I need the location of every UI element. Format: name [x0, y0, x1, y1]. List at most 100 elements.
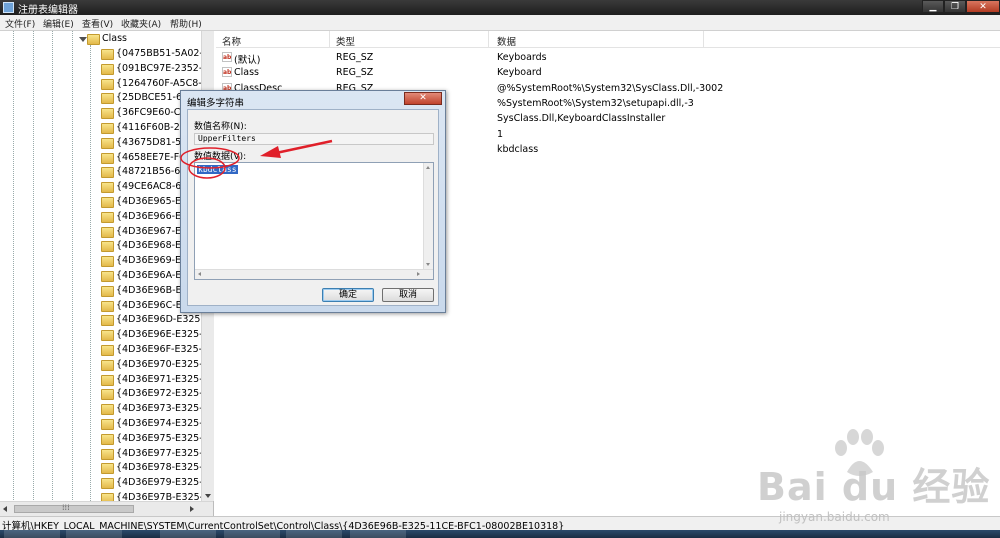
tree-node[interactable]: {25DBCE51-6C8 — [0, 91, 200, 106]
menu-file[interactable]: 文件(F) — [5, 17, 35, 30]
dialog-title: 编辑多字符串 — [187, 98, 245, 109]
tree-node[interactable]: {4D36E974-E325-11 — [0, 417, 213, 432]
scroll-left-icon[interactable] — [3, 506, 7, 512]
expand-chevron-icon[interactable] — [79, 37, 87, 42]
folder-icon — [101, 315, 114, 327]
taskbar-item[interactable] — [160, 530, 216, 538]
tree-node[interactable]: {4D36E96A-E32 — [0, 269, 200, 284]
value-type: REG_SZ — [336, 52, 374, 63]
column-header-type[interactable]: 类型 — [336, 34, 355, 48]
taskbar-item[interactable] — [286, 530, 342, 538]
watermark-brand: Bai du 经验 — [757, 465, 991, 509]
tree-node[interactable]: {4D36E967-E32 — [0, 225, 200, 240]
tree-node[interactable]: {49CE6AC8-6F8 — [0, 180, 200, 195]
column-separator[interactable] — [488, 31, 489, 47]
column-separator[interactable] — [329, 31, 330, 47]
tree-node[interactable]: {43675D81-502 — [0, 136, 200, 151]
tree-node[interactable]: {0475BB51-5A02-4E — [0, 47, 213, 62]
tree-node[interactable]: {4D36E979-E325-11 — [0, 476, 213, 491]
menu-favorites[interactable]: 收藏夹(A) — [121, 17, 161, 30]
folder-icon — [101, 123, 114, 134]
list-item[interactable]: ab (默认) REG_SZ Keyboards — [216, 50, 1000, 66]
minimize-button[interactable]: ▁ — [922, 0, 944, 13]
tree-node-label: {0475BB51-5A02-4E — [116, 48, 214, 59]
scroll-right-icon[interactable] — [190, 506, 194, 512]
tree-node[interactable]: {4D36E96D-E325-11 — [0, 313, 213, 328]
tree-node[interactable]: {091BC97E-2352-43 — [0, 62, 213, 77]
tree-node-label: {4D36E979-E325-11 — [116, 477, 214, 489]
scroll-thumb[interactable] — [14, 505, 134, 513]
tree-node[interactable]: {4D36E978-E325-11 — [0, 461, 213, 476]
tree-node[interactable]: {4D36E968-E32 — [0, 239, 200, 254]
folder-icon — [101, 404, 114, 416]
tree-node[interactable]: {36FC9E60-C46 — [0, 106, 200, 121]
tree-node-label: {091BC97E-2352-43 — [116, 62, 214, 74]
list-header: 名称 类型 数据 — [216, 31, 1000, 48]
cancel-button[interactable]: 取消 — [382, 288, 434, 302]
tree-node[interactable]: {4658EE7E-F050 — [0, 151, 200, 166]
value-data: %SystemRoot%\System32\setupapi.dll,-3 — [497, 97, 694, 109]
tree-node-label: {4D36E978-E325-11 — [116, 462, 214, 474]
textarea-vertical-scrollbar[interactable] — [423, 163, 433, 279]
folder-icon — [101, 49, 114, 60]
tree-node[interactable]: {4D36E970-E325-11 — [0, 358, 213, 373]
textarea-horizontal-scrollbar[interactable] — [195, 269, 433, 279]
value-data-textarea[interactable]: kbdclass — [194, 162, 434, 280]
tree-node[interactable]: {4D36E966-E32 — [0, 210, 200, 225]
tree-node[interactable]: {4D36E972-E325-11 — [0, 387, 213, 402]
tree-node[interactable]: {4D36E96E-E325-11 — [0, 328, 213, 343]
ok-button[interactable]: 确定 — [322, 288, 374, 302]
scroll-right-icon[interactable] — [417, 272, 420, 276]
folder-icon — [101, 330, 114, 342]
tree-node[interactable]: {4D36E977-E325-11 — [0, 447, 213, 462]
tree-node[interactable]: {4D36E971-E325-11 — [0, 373, 213, 388]
tree-node[interactable]: {4116F60B-25B — [0, 121, 200, 136]
tree-node[interactable]: {1264760F-A5C8-4B — [0, 77, 213, 92]
taskbar-item[interactable] — [350, 530, 406, 538]
scroll-up-icon[interactable] — [426, 166, 430, 169]
tree-node-class[interactable]: Class — [0, 32, 200, 47]
tree-horizontal-scrollbar[interactable]: ⁞⁞⁞ — [0, 501, 213, 517]
tree-node[interactable]: {4D36E96C-E32 — [0, 299, 200, 314]
tree-node[interactable]: {4D36E96B-E32 — [0, 284, 200, 299]
folder-icon — [101, 211, 114, 223]
taskbar-item[interactable] — [66, 530, 122, 538]
tree-node[interactable]: {4D36E973-E325-11 — [0, 402, 213, 417]
value-data: 1 — [497, 128, 504, 140]
value-type: REG_SZ — [336, 67, 374, 79]
maximize-button[interactable]: ❐ — [944, 0, 966, 13]
column-header-data[interactable]: 数据 — [497, 34, 516, 48]
taskbar-item[interactable] — [4, 530, 60, 538]
tree-node-label: {4D36E975-E325-11 — [116, 432, 214, 444]
tree-node[interactable]: {4D36E96F-E325-11 — [0, 343, 213, 358]
tree-node[interactable]: {4D36E965-E32 — [0, 195, 200, 210]
folder-icon — [101, 478, 114, 490]
tree-node[interactable]: {4D36E975-E325-11 — [0, 432, 213, 447]
tree-node-label: {4D36E96D-E325-11 — [116, 314, 214, 326]
list-item[interactable]: ab Class REG_SZ Keyboard — [216, 65, 1000, 80]
scroll-grip-icon: ⁞⁞⁞ — [62, 503, 70, 512]
close-button[interactable]: ✕ — [966, 0, 1000, 13]
tree-node[interactable]: {4D36E969-E32 — [0, 254, 200, 269]
taskbar-item[interactable] — [224, 530, 280, 538]
value-data: kbdclass — [497, 143, 539, 155]
value-data-label: 数值数据(V): — [194, 152, 247, 162]
menu-help[interactable]: 帮助(H) — [170, 17, 202, 30]
value-name-field[interactable]: UpperFilters — [194, 133, 434, 145]
selected-value-text[interactable]: kbdclass — [197, 165, 238, 174]
folder-icon — [101, 167, 114, 179]
scroll-down-icon[interactable] — [205, 494, 211, 498]
tree-node[interactable]: {48721B56-679 — [0, 165, 200, 180]
tree-node-label: {4D36E971-E325-11 — [116, 373, 214, 385]
scroll-left-icon[interactable] — [198, 272, 201, 276]
menu-edit[interactable]: 编辑(E) — [43, 17, 74, 30]
dialog-close-button[interactable]: ✕ — [404, 92, 442, 105]
scroll-down-icon[interactable] — [426, 263, 430, 266]
column-separator[interactable] — [703, 31, 704, 47]
menu-view[interactable]: 查看(V) — [82, 17, 113, 30]
column-header-name[interactable]: 名称 — [222, 34, 241, 48]
edit-multistring-dialog: 编辑多字符串 ✕ 数值名称(N): UpperFilters 数值数据(V): … — [180, 90, 446, 313]
folder-icon — [101, 197, 114, 208]
tree-node-label: {4D36E96E-E325-11 — [116, 329, 214, 341]
folder-icon — [101, 256, 114, 268]
